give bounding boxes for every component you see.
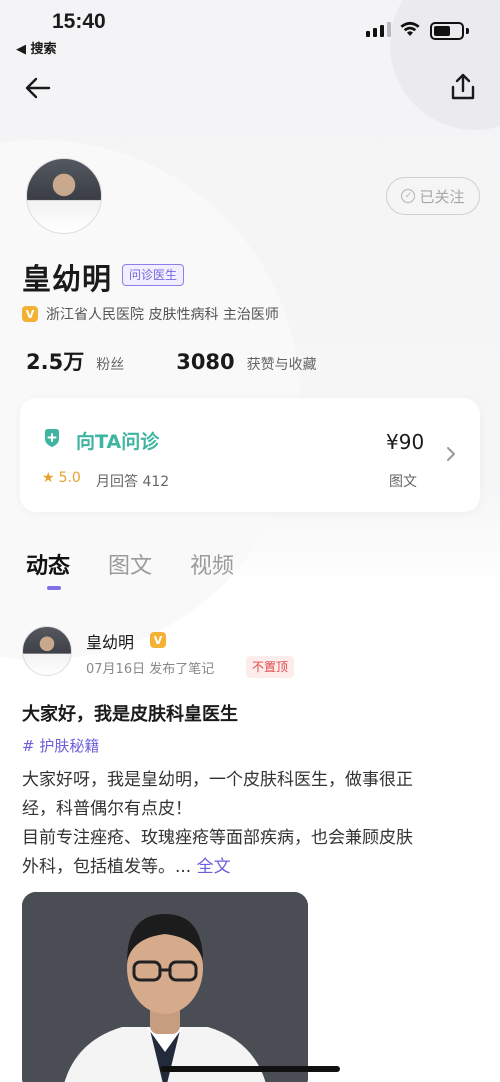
content-tabs: 动态 图文 视频 bbox=[26, 548, 234, 580]
role-tag: 问诊医生 bbox=[122, 264, 185, 286]
likes-label: 获赞与收藏 bbox=[246, 357, 317, 373]
home-indicator[interactable] bbox=[160, 1066, 340, 1072]
post-body-line: 大家好呀，我是皇幼明，一个皮肤科医生，做事很正 bbox=[22, 770, 413, 790]
profile-name: 皇幼明 bbox=[22, 262, 113, 296]
post-author-name[interactable]: 皇幼明 bbox=[86, 629, 134, 653]
tab-image-text[interactable]: 图文 bbox=[108, 548, 152, 580]
fans-count[interactable]: 2.5万 bbox=[26, 346, 84, 376]
post-author-avatar[interactable] bbox=[22, 626, 72, 676]
read-more-link[interactable]: 全文 bbox=[197, 857, 231, 877]
post-topic-tag[interactable]: # 护肤秘籍 bbox=[22, 735, 99, 756]
unpin-button[interactable]: 不置顶 bbox=[246, 656, 295, 678]
cellular-signal-icon bbox=[366, 22, 391, 37]
fans-label: 粉丝 bbox=[96, 357, 125, 373]
likes-count[interactable]: 3080 bbox=[176, 350, 234, 374]
consult-card[interactable]: 向TA问诊 ★ 5.0 月回答 412 ¥90 图文 bbox=[20, 398, 480, 512]
wifi-icon bbox=[400, 21, 420, 36]
chevron-right-icon bbox=[447, 447, 455, 461]
status-bar: 15:40 ◀ 搜索 bbox=[0, 0, 500, 60]
post-body[interactable]: 大家好呀，我是皇幼明，一个皮肤科医生，做事很正 经，科普偶尔有点皮！ 目前专注痤… bbox=[22, 766, 472, 882]
post-body-line: 外科，包括植发等。... 全文 bbox=[22, 857, 231, 877]
battery-icon bbox=[430, 22, 464, 40]
tab-video[interactable]: 视频 bbox=[190, 548, 234, 580]
post-meta: 07月16日 发布了笔记 bbox=[86, 662, 215, 677]
active-tab-indicator bbox=[47, 586, 61, 590]
battery-tip bbox=[466, 28, 469, 34]
tab-dynamic[interactable]: 动态 bbox=[26, 548, 70, 580]
follow-label: 已关注 bbox=[419, 187, 465, 206]
stethoscope-icon bbox=[45, 429, 59, 447]
post-image[interactable] bbox=[22, 892, 308, 1082]
consult-type: 图文 bbox=[389, 474, 417, 490]
arrow-left-icon[interactable] bbox=[22, 72, 54, 104]
consult-rating: ★ 5.0 bbox=[42, 470, 81, 486]
post-body-line: 目前专注痤疮、玫瑰痤疮等面部疾病，也会兼顾皮肤 bbox=[22, 828, 413, 848]
consult-title: 向TA问诊 bbox=[76, 431, 160, 453]
verified-badge-icon: V bbox=[22, 306, 38, 322]
consult-price: ¥90 bbox=[386, 430, 425, 454]
post-title[interactable]: 大家好，我是皮肤科皇医生 bbox=[22, 700, 238, 726]
back-to-app-link[interactable]: ◀ 搜索 bbox=[16, 38, 57, 57]
check-icon: ✓ bbox=[401, 189, 416, 203]
verification-text: 浙江省人民医院 皮肤性病科 主治医师 bbox=[46, 307, 279, 323]
verified-badge-icon: V bbox=[150, 632, 166, 648]
monthly-answers: 月回答 412 bbox=[96, 474, 170, 490]
avatar[interactable] bbox=[26, 158, 102, 234]
profile-stats: 2.5万 粉丝 3080 获赞与收藏 bbox=[26, 346, 317, 376]
status-time: 15:40 bbox=[52, 10, 106, 33]
post-body-line: 经，科普偶尔有点皮！ bbox=[22, 799, 192, 819]
share-icon[interactable] bbox=[446, 70, 480, 104]
verification-row: V 浙江省人民医院 皮肤性病科 主治医师 bbox=[22, 304, 279, 324]
rating-value: 5.0 bbox=[58, 470, 81, 486]
star-icon: ★ bbox=[42, 470, 55, 486]
follow-button[interactable]: ✓ 已关注 bbox=[386, 177, 480, 215]
doctor-photo-illustration bbox=[22, 892, 308, 1082]
